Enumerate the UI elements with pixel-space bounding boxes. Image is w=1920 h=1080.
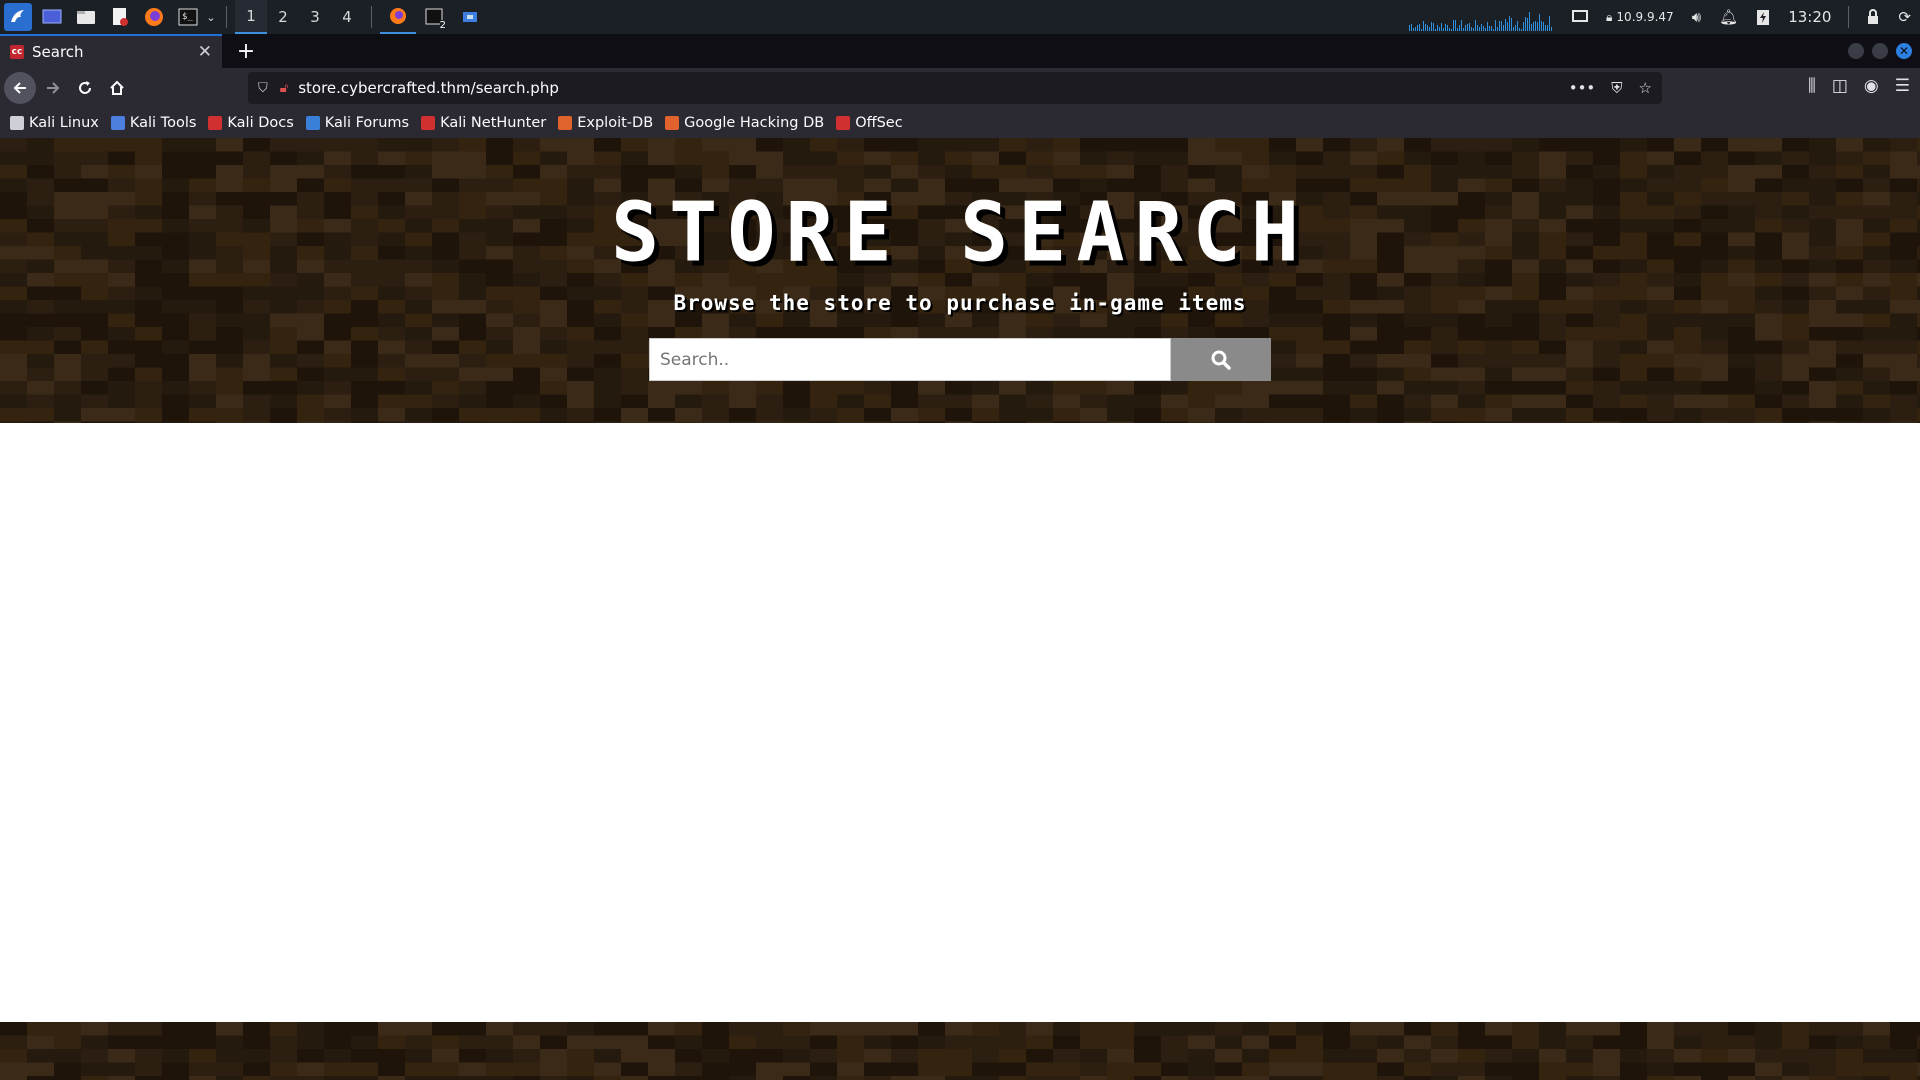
- bookmark-label: Kali Linux: [29, 115, 99, 131]
- tab-title: Search: [32, 43, 84, 61]
- new-tab-button[interactable]: +: [230, 34, 262, 68]
- bookmarks-toolbar: Kali Linux Kali Tools Kali Docs Kali Forums…: [0, 108, 1920, 138]
- taskbar-separator: [1848, 6, 1850, 28]
- arrow-left-icon: [13, 82, 26, 94]
- forward-button[interactable]: [37, 72, 69, 104]
- minimize-button[interactable]: [1848, 43, 1864, 59]
- bookmark-label: OffSec: [855, 115, 903, 131]
- kali-menu-icon[interactable]: [4, 3, 32, 31]
- bookmark-item[interactable]: Kali Docs: [208, 115, 294, 131]
- taskbar-separator: [371, 6, 372, 28]
- search-input[interactable]: [649, 338, 1171, 381]
- home-button[interactable]: [101, 72, 133, 104]
- task-terminal[interactable]: 2: [416, 0, 452, 34]
- clock[interactable]: 13:20: [1779, 0, 1840, 34]
- chevron-down-icon[interactable]: ⌄: [204, 3, 218, 31]
- toolbar-right: ⫼ ◫ ◉ ☰: [1808, 76, 1910, 96]
- address-bar[interactable]: ⛉ 🔓︎ store.cybercrafted.thm/search.php •…: [248, 72, 1662, 104]
- text-editor-icon[interactable]: [106, 3, 134, 31]
- task-window[interactable]: [452, 0, 488, 34]
- bookmark-label: Kali Tools: [129, 115, 197, 131]
- web-page: STORE SEARCH Browse the store to purchas…: [0, 138, 1920, 1080]
- terminal-launcher-icon[interactable]: $_: [174, 3, 202, 31]
- close-tab-icon[interactable]: ✕: [198, 42, 212, 62]
- desktop-icon[interactable]: [38, 3, 66, 31]
- close-window-button[interactable]: ✕: [1896, 43, 1912, 59]
- account-icon[interactable]: ◉: [1864, 76, 1879, 96]
- reload-button[interactable]: [69, 72, 101, 104]
- bookmark-item[interactable]: Kali Linux: [10, 115, 99, 131]
- network-graph: [1409, 3, 1553, 31]
- window-controls: ✕: [1848, 43, 1912, 59]
- workspace-2[interactable]: 2: [267, 0, 299, 34]
- exploit-db-icon: [558, 116, 573, 130]
- taskbar-separator: [226, 6, 227, 28]
- task-firefox[interactable]: [380, 0, 416, 34]
- offsec-icon: [836, 116, 851, 130]
- page-actions-icon[interactable]: •••: [1569, 79, 1596, 97]
- page-title: STORE SEARCH: [611, 185, 1309, 280]
- bookmark-label: Exploit-DB: [577, 115, 654, 131]
- firefox-launcher-icon[interactable]: [140, 3, 168, 31]
- dirt-texture-footer: [0, 1022, 1920, 1080]
- bookmark-star-icon[interactable]: ☆: [1639, 79, 1652, 97]
- kali-dragon-icon: [10, 116, 24, 130]
- system-tray: 🔒︎ 10.9.9.47 🔊︎ 🔔︎ 13:20 ⟳: [1409, 0, 1920, 34]
- kali-docs-icon: [208, 116, 223, 130]
- maximize-button[interactable]: [1872, 43, 1888, 59]
- site-favicon-icon: cc: [10, 45, 24, 59]
- kali-tools-icon: [110, 116, 125, 130]
- bookmark-label: Google Hacking DB: [684, 115, 825, 131]
- bookmark-item[interactable]: Google Hacking DB: [665, 115, 824, 131]
- page-footer: [0, 1022, 1920, 1080]
- workspace-1[interactable]: 1: [235, 0, 267, 34]
- search-button[interactable]: [1171, 338, 1271, 381]
- file-manager-icon[interactable]: [72, 3, 100, 31]
- ip-address: 10.9.9.47: [1616, 10, 1674, 24]
- search-form: [649, 338, 1271, 381]
- logout-icon[interactable]: ⟳: [1889, 0, 1920, 34]
- bookmark-label: Kali NetHunter: [440, 115, 547, 131]
- bookmark-item[interactable]: Kali Tools: [110, 115, 197, 131]
- library-icon[interactable]: ⫼: [1808, 76, 1816, 96]
- vpn-indicator[interactable]: 🔒︎ 10.9.9.47: [1597, 0, 1683, 34]
- tracking-shield-icon[interactable]: ⛉: [258, 81, 268, 96]
- ghdb-icon: [665, 116, 680, 130]
- lock-screen-icon[interactable]: [1857, 0, 1889, 34]
- sidebar-icon[interactable]: ◫: [1832, 76, 1848, 96]
- power-manager-icon[interactable]: [1747, 0, 1779, 34]
- insecure-connection-icon[interactable]: 🔓︎: [280, 81, 288, 96]
- home-icon: [110, 80, 124, 95]
- bookmark-label: Kali Forums: [324, 115, 410, 131]
- display-icon[interactable]: [1563, 0, 1597, 34]
- search-icon: [1211, 350, 1231, 370]
- kali-forums-icon: [305, 116, 320, 130]
- tab-bar: cc Search ✕ + ✕: [0, 34, 1920, 68]
- nethunter-icon: [421, 116, 436, 130]
- bookmark-item[interactable]: OffSec: [836, 115, 903, 131]
- browser-tab[interactable]: cc Search ✕: [0, 34, 222, 68]
- url-text[interactable]: store.cybercrafted.thm/search.php: [298, 79, 559, 97]
- hamburger-menu-icon[interactable]: ☰: [1895, 76, 1910, 96]
- notification-bell-icon[interactable]: 🔔︎: [1710, 0, 1747, 34]
- terminal-count-badge: 2: [439, 20, 446, 31]
- back-button[interactable]: [4, 72, 36, 104]
- page-subtitle: Browse the store to purchase in-game ite…: [673, 291, 1247, 315]
- vpn-icon: 🔒︎: [1606, 9, 1613, 24]
- volume-icon[interactable]: 🔊︎: [1683, 0, 1710, 34]
- workspace-4[interactable]: 4: [331, 0, 363, 34]
- taskbar: $_ ⌄ 1 2 3 4 2 🔒︎ 10.9.9.47 🔊︎ 🔔︎ 13:20: [0, 0, 1920, 34]
- hero-banner: STORE SEARCH Browse the store to purchas…: [0, 138, 1920, 423]
- arrow-right-icon: [47, 82, 60, 94]
- navigation-bar: ⛉ 🔓︎ store.cybercrafted.thm/search.php •…: [0, 68, 1920, 108]
- reload-icon: [79, 81, 91, 94]
- pocket-icon[interactable]: ⛨: [1611, 79, 1622, 97]
- bookmark-label: Kali Docs: [227, 115, 294, 131]
- bookmark-item[interactable]: Kali NetHunter: [421, 115, 546, 131]
- workspace-3[interactable]: 3: [299, 0, 331, 34]
- bookmark-item[interactable]: Kali Forums: [305, 115, 410, 131]
- bookmark-item[interactable]: Exploit-DB: [558, 115, 653, 131]
- svg-text:$_: $_: [182, 12, 193, 22]
